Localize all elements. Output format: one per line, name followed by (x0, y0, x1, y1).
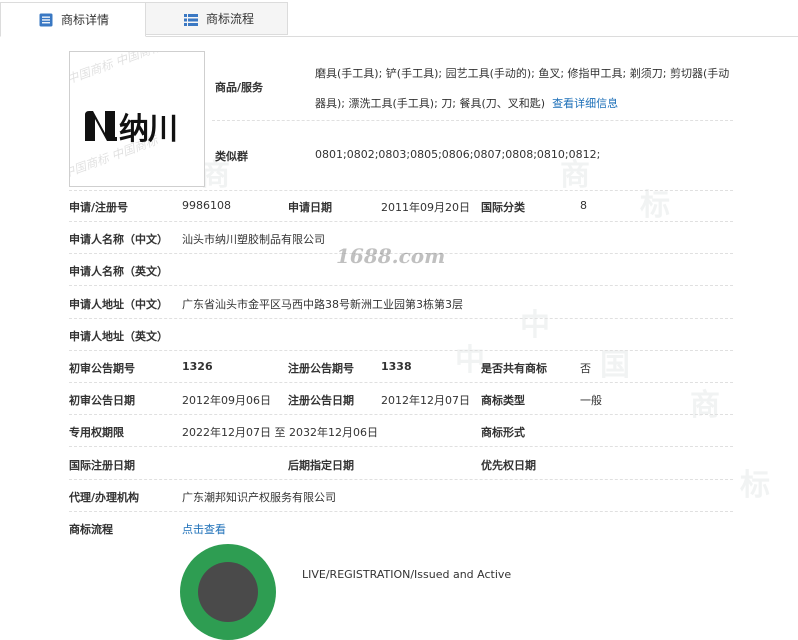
divider (69, 511, 733, 512)
mark-type-label: 商标类型 (481, 394, 525, 407)
reg-no-value: 9986108 (182, 199, 231, 212)
tab-trademark-process[interactable]: 商标流程 (146, 2, 288, 35)
reg-pub-no-label: 注册公告期号 (288, 362, 354, 375)
tab-trademark-details[interactable]: 商标详情 (0, 2, 146, 37)
status-seal-icon (198, 562, 258, 622)
background-watermark: 中 (520, 308, 550, 343)
address-cn-label: 申请人地址（中文） (69, 298, 168, 311)
mark-type-value: 一般 (580, 394, 602, 407)
intl-reg-label: 国际注册日期 (69, 459, 135, 472)
applicant-en-label: 申请人名称（英文） (69, 265, 168, 278)
similar-group-value: 0801;0802;0803;0805;0806;0807;0808;0810;… (315, 148, 601, 161)
agent-label: 代理/办理机构 (69, 491, 140, 504)
view-flow-link[interactable]: 点击查看 (182, 521, 226, 537)
prelim-no-value: 1326 (182, 360, 213, 373)
divider (69, 221, 733, 222)
address-en-label: 申请人地址（英文） (69, 330, 168, 343)
prelim-date-value: 2012年09月06日 (182, 394, 271, 407)
applicant-cn-value: 汕头市纳川塑胶制品有限公司 (182, 233, 325, 246)
tab-label: 商标详情 (61, 13, 110, 27)
divider (69, 350, 733, 351)
logo-text: 纳川 (119, 112, 178, 147)
reg-no-label: 申请/注册号 (69, 201, 129, 214)
background-watermark: 标 (640, 188, 670, 223)
tab-bar: 商标详情 商标流程 (0, 0, 798, 37)
tab-label: 商标流程 (206, 12, 255, 26)
address-cn-value: 广东省汕头市金平区马西中路38号新洲工业园第3栋第3层 (182, 298, 463, 311)
view-details-link[interactable]: 查看详细信息 (552, 97, 618, 110)
divider (69, 414, 733, 415)
exclusive-label: 专用权期限 (69, 426, 124, 439)
mark-form-label: 商标形式 (481, 426, 525, 439)
similar-group-label: 类似群 (215, 150, 248, 163)
reg-pub-date-label: 注册公告日期 (288, 394, 354, 407)
flow-label: 商标流程 (69, 523, 113, 536)
reg-pub-no-value: 1338 (381, 360, 412, 373)
background-watermark: 标 (740, 468, 770, 503)
divider (69, 446, 733, 447)
background-watermark: 商 (690, 388, 720, 423)
priority-label: 优先权日期 (481, 459, 536, 472)
background-watermark: 国 (600, 348, 630, 383)
applicant-cn-label: 申请人名称（中文） (69, 233, 168, 246)
later-label: 后期指定日期 (288, 459, 354, 472)
prelim-no-label: 初审公告期号 (69, 362, 135, 375)
trademark-logo: 纳川 (83, 104, 178, 148)
logo-watermark: 中国商标 中国商标 (69, 51, 164, 87)
status-text: LIVE/REGISTRATION/Issued and Active (302, 568, 512, 581)
divider (69, 190, 733, 191)
goods-text: 磨具(手工具); 铲(手工具); 园艺工具(手动的); 鱼叉; 修指甲工具; 剃… (315, 59, 735, 119)
document-icon (39, 13, 53, 27)
divider (69, 253, 733, 254)
divider (69, 382, 733, 383)
goods-label: 商品/服务 (215, 81, 264, 94)
logo-n-mark (85, 111, 117, 141)
divider (69, 479, 733, 480)
shared-value: 否 (580, 362, 591, 375)
intl-class-label: 国际分类 (481, 201, 525, 214)
divider (69, 318, 733, 319)
site-watermark: 1688.com (336, 244, 446, 268)
reg-pub-date-value: 2012年12月07日 (381, 394, 470, 407)
exclusive-value: 2022年12月07日 至 2032年12月06日 (182, 426, 378, 439)
apply-date-label: 申请日期 (288, 201, 332, 214)
apply-date-value: 2011年09月20日 (381, 201, 470, 214)
divider (69, 285, 733, 286)
intl-class-value: 8 (580, 199, 587, 212)
shared-label: 是否共有商标 (481, 362, 547, 375)
agent-value: 广东潮邦知识产权服务有限公司 (182, 491, 336, 504)
prelim-date-label: 初审公告日期 (69, 394, 135, 407)
goods-list: 磨具(手工具); 铲(手工具); 园艺工具(手动的); 鱼叉; 修指甲工具; 剃… (315, 67, 730, 110)
list-icon (184, 14, 198, 26)
trademark-image: 中国商标 中国商标 中国商标 中国商标 纳川 (69, 51, 205, 187)
divider (212, 120, 733, 121)
